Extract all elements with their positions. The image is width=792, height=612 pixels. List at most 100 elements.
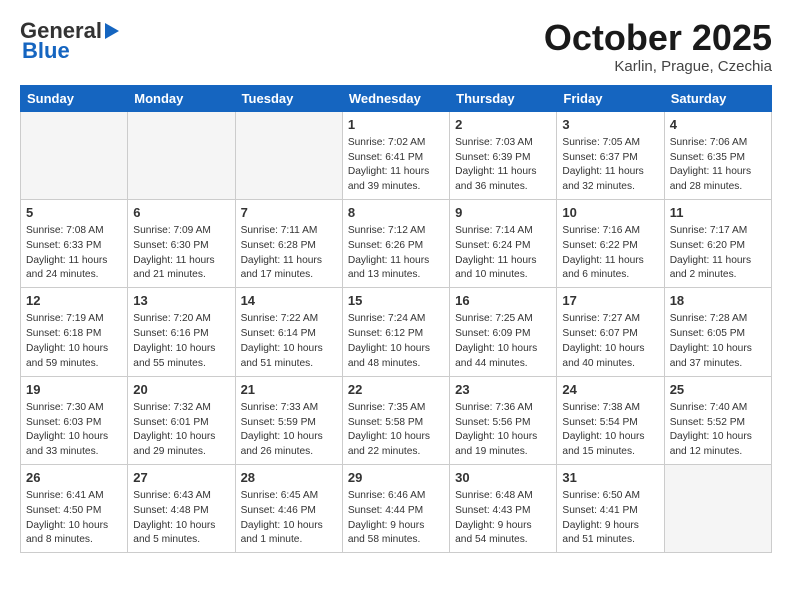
day-info: Sunrise: 6:41 AMSunset: 4:50 PMDaylight:… [26,489,122,548]
table-row [664,464,771,552]
table-row: 2 Sunrise: 7:03 AMSunset: 6:39 PMDaylight… [450,111,557,199]
calendar-week-row: 19 Sunrise: 7:30 AMSunset: 6:03 PMDayligh… [21,376,772,464]
day-info: Sunrise: 7:22 AMSunset: 6:14 PMDaylight:… [241,312,337,371]
day-info: Sunrise: 7:03 AMSunset: 6:39 PMDaylight:… [455,136,551,195]
day-info: Sunrise: 7:25 AMSunset: 6:09 PMDaylight:… [455,312,551,371]
day-number: 10 [562,204,658,222]
day-info: Sunrise: 6:43 AMSunset: 4:48 PMDaylight:… [133,489,229,548]
table-row: 20 Sunrise: 7:32 AMSunset: 6:01 PMDayligh… [128,376,235,464]
table-row: 13 Sunrise: 7:20 AMSunset: 6:16 PMDayligh… [128,288,235,376]
day-number: 14 [241,292,337,310]
col-tuesday: Tuesday [235,85,342,111]
month-title: October 2025 [544,18,772,58]
col-thursday: Thursday [450,85,557,111]
table-row [128,111,235,199]
day-info: Sunrise: 6:45 AMSunset: 4:46 PMDaylight:… [241,489,337,548]
day-info: Sunrise: 7:16 AMSunset: 6:22 PMDaylight:… [562,224,658,283]
table-row: 24 Sunrise: 7:38 AMSunset: 5:54 PMDayligh… [557,376,664,464]
title-block: October 2025 Karlin, Prague, Czechia [544,18,772,75]
day-number: 6 [133,204,229,222]
day-number: 26 [26,469,122,487]
table-row: 18 Sunrise: 7:28 AMSunset: 6:05 PMDayligh… [664,288,771,376]
table-row: 29Sunrise: 6:46 AMSunset: 4:44 PMDayligh… [342,464,449,552]
day-info: Sunrise: 7:06 AMSunset: 6:35 PMDaylight:… [670,136,766,195]
day-number: 11 [670,204,766,222]
col-saturday: Saturday [664,85,771,111]
day-info: Sunrise: 7:08 AMSunset: 6:33 PMDaylight:… [26,224,122,283]
table-row: 16Sunrise: 7:25 AMSunset: 6:09 PMDayligh… [450,288,557,376]
table-row: 23Sunrise: 7:36 AMSunset: 5:56 PMDayligh… [450,376,557,464]
day-info: Sunrise: 7:28 AMSunset: 6:05 PMDaylight:… [670,312,766,371]
table-row: 22Sunrise: 7:35 AMSunset: 5:58 PMDayligh… [342,376,449,464]
calendar-week-row: 26 Sunrise: 6:41 AMSunset: 4:50 PMDayligh… [21,464,772,552]
table-row [21,111,128,199]
table-row: 4 Sunrise: 7:06 AMSunset: 6:35 PMDaylight… [664,111,771,199]
col-friday: Friday [557,85,664,111]
day-info: Sunrise: 7:40 AMSunset: 5:52 PMDaylight:… [670,401,766,460]
table-row: 17 Sunrise: 7:27 AMSunset: 6:07 PMDayligh… [557,288,664,376]
table-row: 15Sunrise: 7:24 AMSunset: 6:12 PMDayligh… [342,288,449,376]
table-row: 14 Sunrise: 7:22 AMSunset: 6:14 PMDayligh… [235,288,342,376]
page-header: General Blue October 2025 Karlin, Prague… [20,18,772,75]
table-row: 8 Sunrise: 7:12 AMSunset: 6:26 PMDaylight… [342,199,449,287]
day-number: 15 [348,292,444,310]
day-info: Sunrise: 7:27 AMSunset: 6:07 PMDaylight:… [562,312,658,371]
day-number: 25 [670,381,766,399]
day-info: Sunrise: 7:32 AMSunset: 6:01 PMDaylight:… [133,401,229,460]
col-wednesday: Wednesday [342,85,449,111]
location-subtitle: Karlin, Prague, Czechia [544,58,772,75]
day-number: 24 [562,381,658,399]
day-info: Sunrise: 7:33 AMSunset: 5:59 PMDaylight:… [241,401,337,460]
col-sunday: Sunday [21,85,128,111]
day-number: 28 [241,469,337,487]
day-number: 12 [26,292,122,310]
day-number: 17 [562,292,658,310]
day-info: Sunrise: 7:12 AMSunset: 6:26 PMDaylight:… [348,224,444,283]
table-row: 11Sunrise: 7:17 AMSunset: 6:20 PMDayligh… [664,199,771,287]
table-row: 6 Sunrise: 7:09 AMSunset: 6:30 PMDaylight… [128,199,235,287]
day-number: 1 [348,116,444,134]
table-row: 19 Sunrise: 7:30 AMSunset: 6:03 PMDayligh… [21,376,128,464]
table-row: 9 Sunrise: 7:14 AMSunset: 6:24 PMDaylight… [450,199,557,287]
day-number: 2 [455,116,551,134]
day-number: 31 [562,469,658,487]
logo: General Blue [20,18,119,64]
logo-blue: Blue [22,38,70,64]
day-number: 20 [133,381,229,399]
day-info: Sunrise: 7:09 AMSunset: 6:30 PMDaylight:… [133,224,229,283]
table-row: 31 Sunrise: 6:50 AMSunset: 4:41 PMDayligh… [557,464,664,552]
day-number: 5 [26,204,122,222]
day-info: Sunrise: 7:30 AMSunset: 6:03 PMDaylight:… [26,401,122,460]
day-number: 8 [348,204,444,222]
day-info: Sunrise: 7:11 AMSunset: 6:28 PMDaylight:… [241,224,337,283]
day-info: Sunrise: 6:48 AMSunset: 4:43 PMDaylight:… [455,489,551,548]
table-row: 7 Sunrise: 7:11 AMSunset: 6:28 PMDaylight… [235,199,342,287]
day-number: 7 [241,204,337,222]
table-row: 28 Sunrise: 6:45 AMSunset: 4:46 PMDayligh… [235,464,342,552]
day-number: 30 [455,469,551,487]
day-number: 4 [670,116,766,134]
day-info: Sunrise: 7:20 AMSunset: 6:16 PMDaylight:… [133,312,229,371]
day-number: 18 [670,292,766,310]
table-row: 25 Sunrise: 7:40 AMSunset: 5:52 PMDayligh… [664,376,771,464]
calendar-week-row: 12Sunrise: 7:19 AMSunset: 6:18 PMDayligh… [21,288,772,376]
calendar-table: Sunday Monday Tuesday Wednesday Thursday… [20,85,772,554]
table-row [235,111,342,199]
day-info: Sunrise: 7:38 AMSunset: 5:54 PMDaylight:… [562,401,658,460]
day-number: 9 [455,204,551,222]
day-number: 13 [133,292,229,310]
day-info: Sunrise: 6:50 AMSunset: 4:41 PMDaylight:… [562,489,658,548]
table-row: 12Sunrise: 7:19 AMSunset: 6:18 PMDayligh… [21,288,128,376]
table-row: 3Sunrise: 7:05 AMSunset: 6:37 PMDaylight… [557,111,664,199]
day-number: 21 [241,381,337,399]
day-info: Sunrise: 7:05 AMSunset: 6:37 PMDaylight:… [562,136,658,195]
day-number: 19 [26,381,122,399]
day-info: Sunrise: 7:36 AMSunset: 5:56 PMDaylight:… [455,401,551,460]
table-row: 21 Sunrise: 7:33 AMSunset: 5:59 PMDayligh… [235,376,342,464]
calendar-header-row: Sunday Monday Tuesday Wednesday Thursday… [21,85,772,111]
table-row: 26 Sunrise: 6:41 AMSunset: 4:50 PMDayligh… [21,464,128,552]
day-info: Sunrise: 7:14 AMSunset: 6:24 PMDaylight:… [455,224,551,283]
day-info: Sunrise: 6:46 AMSunset: 4:44 PMDaylight:… [348,489,444,548]
table-row: 27Sunrise: 6:43 AMSunset: 4:48 PMDayligh… [128,464,235,552]
table-row: 30 Sunrise: 6:48 AMSunset: 4:43 PMDayligh… [450,464,557,552]
